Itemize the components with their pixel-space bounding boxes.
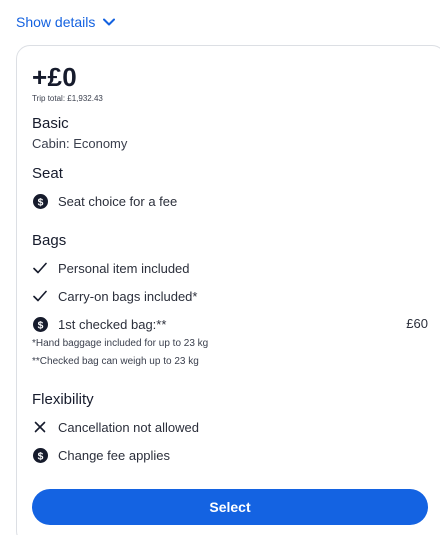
seat-item-text: Seat choice for a fee (58, 193, 178, 209)
chevron-down-icon (103, 18, 116, 26)
cabin-class: Cabin: Economy (32, 136, 128, 151)
flexibility-item-change-fee: $ Change fee applies (32, 446, 170, 464)
check-icon (32, 288, 48, 304)
bags-item-carry-on-text: Carry-on bags included* (58, 288, 198, 304)
svg-text:$: $ (37, 451, 43, 462)
seat-item: $ Seat choice for a fee (32, 192, 177, 210)
checked-bag-price: £60 (406, 316, 428, 331)
x-icon (32, 419, 48, 435)
show-details-label: Show details (16, 14, 96, 30)
bags-note-checked: **Checked bag can weigh up to 23 kg (32, 356, 199, 367)
bags-item-checked-text: 1st checked bag:** (58, 316, 167, 332)
fare-name: Basic (32, 115, 69, 132)
fare-details-panel: Show details +£0 Trip total: £1,932.43 B… (0, 0, 440, 535)
flexibility-item-cancellation-text: Cancellation not allowed (58, 419, 199, 435)
svg-text:$: $ (37, 320, 43, 331)
bags-item-personal: Personal item included (32, 259, 190, 277)
bags-item-personal-text: Personal item included (58, 260, 190, 276)
show-details-toggle[interactable]: Show details (16, 12, 116, 32)
select-button[interactable]: Select (32, 489, 428, 525)
flexibility-section-title: Flexibility (32, 391, 94, 408)
dollar-circle-icon: $ (32, 316, 48, 332)
flexibility-item-cancellation: Cancellation not allowed (32, 418, 199, 436)
fare-price: +£0 (32, 62, 78, 92)
dollar-circle-icon: $ (32, 447, 48, 463)
bags-section-title: Bags (32, 232, 67, 249)
seat-section-title: Seat (32, 165, 63, 182)
flexibility-item-change-fee-text: Change fee applies (58, 447, 171, 463)
check-icon (32, 260, 48, 276)
trip-total: Trip total: £1,932.43 (32, 94, 103, 103)
bags-item-carry-on: Carry-on bags included* (32, 287, 197, 305)
dollar-circle-icon: $ (32, 193, 48, 209)
bags-note-hand: *Hand baggage included for up to 23 kg (32, 338, 209, 349)
bags-item-checked: $ 1st checked bag:** (32, 315, 166, 333)
svg-text:$: $ (37, 197, 43, 208)
